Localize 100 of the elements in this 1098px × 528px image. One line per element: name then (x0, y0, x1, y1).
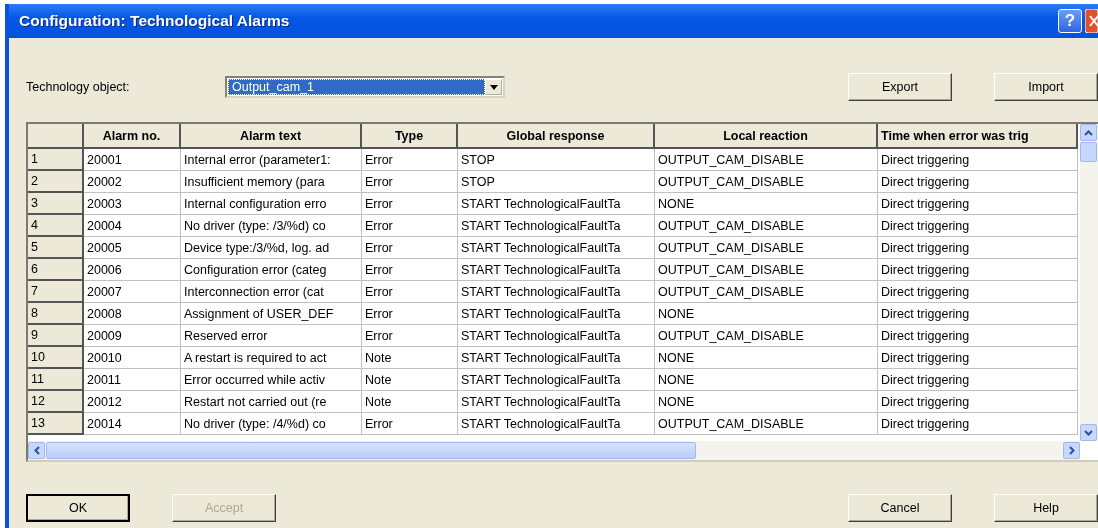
table-cell: START TechnologicalFaultTa (458, 413, 655, 435)
row-header[interactable]: 7 (28, 281, 84, 303)
scroll-right-button[interactable] (1063, 442, 1080, 459)
table-cell: OUTPUT_CAM_DISABLE (655, 215, 878, 237)
column-header[interactable]: Type (362, 124, 458, 149)
table-cell: STOP (458, 171, 655, 193)
caret-icon (489, 84, 498, 90)
row-header[interactable]: 3 (28, 193, 84, 215)
table-cell: Direct triggering (878, 215, 1078, 237)
table-cell: 20010 (84, 347, 181, 369)
scroll-thumb[interactable] (46, 442, 696, 459)
table-cell: NONE (655, 193, 878, 215)
column-header[interactable]: Local reaction (655, 124, 878, 149)
field-label: Technology object: (26, 80, 131, 94)
row-header[interactable]: 11 (28, 369, 84, 391)
table-cell: Error (362, 281, 458, 303)
table-cell: START TechnologicalFaultTa (458, 193, 655, 215)
table-cell: NONE (655, 369, 878, 391)
table-cell: START TechnologicalFaultTa (458, 347, 655, 369)
table-cell: 20011 (84, 369, 181, 391)
table-cell: Direct triggering (878, 193, 1078, 215)
column-header[interactable]: Global response (458, 124, 655, 149)
table-cell: Error (362, 237, 458, 259)
chevron-left-icon (33, 446, 40, 455)
table-cell: Note (362, 369, 458, 391)
table-cell: OUTPUT_CAM_DISABLE (655, 149, 878, 171)
table-cell: 20007 (84, 281, 181, 303)
table-cell: Restart not carried out (re (181, 391, 362, 413)
table-cell: START TechnologicalFaultTa (458, 369, 655, 391)
table-cell: 20001 (84, 149, 181, 171)
scroll-up-button[interactable] (1080, 124, 1097, 141)
chevron-up-icon (1084, 129, 1093, 136)
table-cell: Internal error (parameter1: (181, 149, 362, 171)
table-cell: Direct triggering (878, 259, 1078, 281)
table-cell: START TechnologicalFaultTa (458, 281, 655, 303)
technology-object-dropdown[interactable]: Output_cam_1 (225, 76, 505, 98)
table-cell: OUTPUT_CAM_DISABLE (655, 281, 878, 303)
table-cell: Device type:/3/%d, log. ad (181, 237, 362, 259)
cancel-button[interactable]: Cancel (848, 494, 952, 522)
scroll-left-button[interactable] (28, 442, 45, 459)
row-header[interactable]: 1 (28, 149, 84, 171)
table-cell: Insufficient memory (para (181, 171, 362, 193)
row-header[interactable]: 9 (28, 325, 84, 347)
column-header[interactable]: Alarm text (181, 124, 362, 149)
table-cell: Direct triggering (878, 171, 1078, 193)
import-button[interactable]: Import (994, 73, 1098, 101)
table-cell: Direct triggering (878, 303, 1078, 325)
table-cell: OUTPUT_CAM_DISABLE (655, 413, 878, 435)
table-cell: Error (362, 171, 458, 193)
export-button[interactable]: Export (848, 73, 952, 101)
table-cell: Error (362, 325, 458, 347)
table-cell: OUTPUT_CAM_DISABLE (655, 259, 878, 281)
row-header[interactable]: 2 (28, 171, 84, 193)
table-cell: A restart is required to act (181, 347, 362, 369)
row-header[interactable]: 10 (28, 347, 84, 369)
scroll-down-button[interactable] (1080, 424, 1097, 441)
table-cell: 20012 (84, 391, 181, 413)
table-cell: NONE (655, 303, 878, 325)
table-cell: 20004 (84, 215, 181, 237)
table-cell: Direct triggering (878, 413, 1078, 435)
row-header[interactable]: 8 (28, 303, 84, 325)
table-cell: Direct triggering (878, 325, 1078, 347)
window-title: Configuration: Technological Alarms (19, 12, 291, 30)
chevron-right-icon (1068, 446, 1075, 455)
column-header[interactable]: Time when error was trig (878, 124, 1078, 149)
table-cell: 20009 (84, 325, 181, 347)
table-cell: Direct triggering (878, 391, 1078, 413)
scroll-thumb[interactable] (1080, 142, 1097, 162)
close-icon[interactable] (1085, 9, 1098, 33)
table-cell: START TechnologicalFaultTa (458, 237, 655, 259)
column-header[interactable]: Alarm no. (84, 124, 181, 149)
table-cell: Assignment of USER_DEF (181, 303, 362, 325)
row-header[interactable]: 13 (28, 413, 84, 435)
table-cell: NONE (655, 391, 878, 413)
table-cell: 20014 (84, 413, 181, 435)
table-cell: Direct triggering (878, 347, 1078, 369)
table-cell: OUTPUT_CAM_DISABLE (655, 325, 878, 347)
table-cell: Interconnection error (cat (181, 281, 362, 303)
table-cell: Error occurred while activ (181, 369, 362, 391)
table-cell: Direct triggering (878, 281, 1078, 303)
ok-button[interactable]: OK (26, 494, 130, 522)
table-cell: START TechnologicalFaultTa (458, 215, 655, 237)
table-cell: NONE (655, 347, 878, 369)
row-header[interactable]: 12 (28, 391, 84, 413)
table-cell: 20002 (84, 171, 181, 193)
table-cell: Error (362, 149, 458, 171)
table-cell: OUTPUT_CAM_DISABLE (655, 237, 878, 259)
table-cell: OUTPUT_CAM_DISABLE (655, 171, 878, 193)
table-cell: Direct triggering (878, 369, 1078, 391)
table-cell: START TechnologicalFaultTa (458, 303, 655, 325)
table-cell: Error (362, 259, 458, 281)
row-header[interactable]: 6 (28, 259, 84, 281)
row-header[interactable]: 4 (28, 215, 84, 237)
table-cell: START TechnologicalFaultTa (458, 391, 655, 413)
table-cell: 20003 (84, 193, 181, 215)
table-cell: 20005 (84, 237, 181, 259)
help-button[interactable]: Help (994, 494, 1098, 522)
row-header[interactable]: 5 (28, 237, 84, 259)
table-cell: No driver (type: /3/%d) co (181, 215, 362, 237)
corner-cell (28, 124, 84, 149)
